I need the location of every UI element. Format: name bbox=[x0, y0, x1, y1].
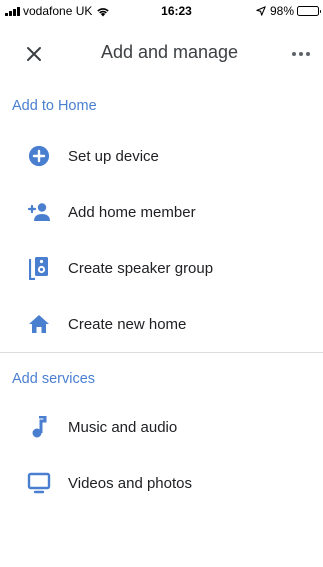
section-divider bbox=[0, 352, 323, 353]
menu-item-create-speaker-group[interactable]: Create speaker group bbox=[0, 246, 323, 290]
menu-item-videos-and-photos[interactable]: Videos and photos bbox=[0, 461, 323, 505]
music-note-icon bbox=[26, 414, 52, 440]
menu-item-label: Add home member bbox=[68, 203, 196, 221]
location-arrow-icon bbox=[256, 6, 266, 16]
person-add-icon bbox=[26, 199, 52, 225]
menu-item-add-home-member[interactable]: Add home member bbox=[0, 190, 323, 234]
more-options-button[interactable] bbox=[289, 42, 313, 66]
menu-item-label: Create new home bbox=[68, 315, 187, 333]
more-horizontal-icon bbox=[292, 52, 310, 56]
add-circle-icon bbox=[26, 143, 52, 169]
status-bar: vodafone UK 16:23 98% bbox=[0, 0, 323, 22]
menu-item-set-up-device[interactable]: Set up device bbox=[0, 134, 323, 178]
speaker-icon bbox=[26, 255, 52, 281]
menu-item-create-new-home[interactable]: Create new home bbox=[0, 302, 323, 346]
battery-icon bbox=[297, 6, 321, 16]
menu-item-label: Create speaker group bbox=[68, 259, 214, 277]
tv-icon bbox=[26, 470, 52, 496]
menu-item-music-and-audio[interactable]: Music and audio bbox=[0, 405, 323, 449]
section-header-add-services: Add services bbox=[12, 371, 96, 387]
status-right: 98% bbox=[256, 4, 321, 18]
screen: vodafone UK 16:23 98% Add and manage Add… bbox=[0, 0, 323, 567]
page-title: Add and manage bbox=[100, 42, 239, 62]
app-bar: Add and manage bbox=[0, 22, 323, 84]
menu-item-label: Music and audio bbox=[68, 418, 178, 436]
menu-item-label: Videos and photos bbox=[68, 474, 192, 492]
home-icon bbox=[26, 311, 52, 337]
section-header-add-to-home: Add to Home bbox=[12, 98, 97, 114]
battery-percent: 98% bbox=[269, 4, 294, 18]
menu-item-label: Set up device bbox=[68, 147, 159, 165]
